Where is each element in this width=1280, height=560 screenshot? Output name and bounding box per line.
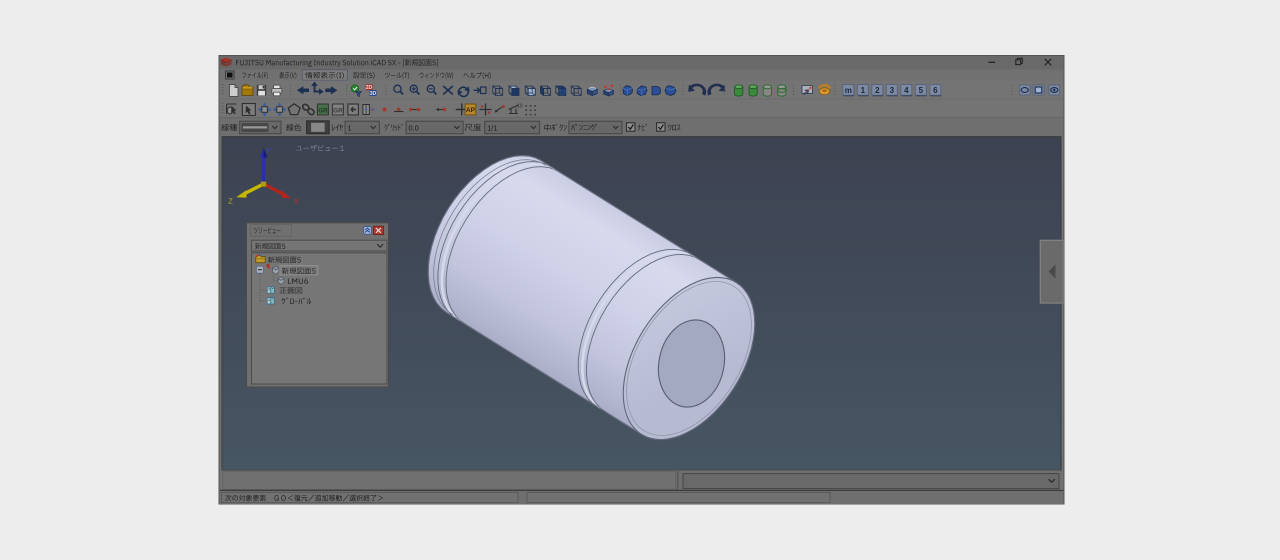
svg-text:X: X bbox=[294, 197, 299, 206]
svg-text:0.0: 0.0 bbox=[409, 123, 419, 132]
svg-text:1: 1 bbox=[861, 86, 866, 95]
svg-text:GR: GR bbox=[333, 107, 343, 114]
svg-text:1: 1 bbox=[348, 123, 352, 132]
svg-text:Y: Y bbox=[266, 146, 271, 155]
svg-text:4: 4 bbox=[904, 86, 909, 95]
svg-text:3: 3 bbox=[890, 86, 895, 95]
svg-text:m: m bbox=[845, 86, 852, 95]
svg-text:AP: AP bbox=[466, 107, 476, 114]
svg-text:3D: 3D bbox=[370, 91, 377, 97]
svg-text:1/1: 1/1 bbox=[487, 123, 497, 132]
svg-text:2: 2 bbox=[875, 86, 880, 95]
svg-text:5: 5 bbox=[919, 86, 924, 95]
svg-text:GR: GR bbox=[318, 107, 328, 114]
svg-text:6: 6 bbox=[933, 86, 938, 95]
svg-text:10: 10 bbox=[517, 104, 523, 110]
svg-text:Z: Z bbox=[228, 197, 233, 206]
